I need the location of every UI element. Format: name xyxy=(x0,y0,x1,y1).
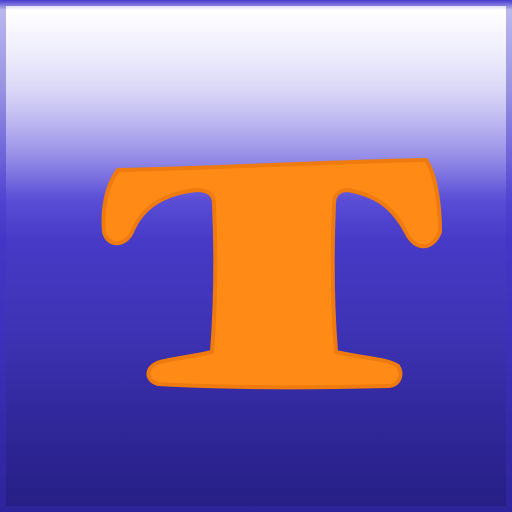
letter-t-icon xyxy=(101,158,442,390)
app-icon xyxy=(0,0,512,512)
